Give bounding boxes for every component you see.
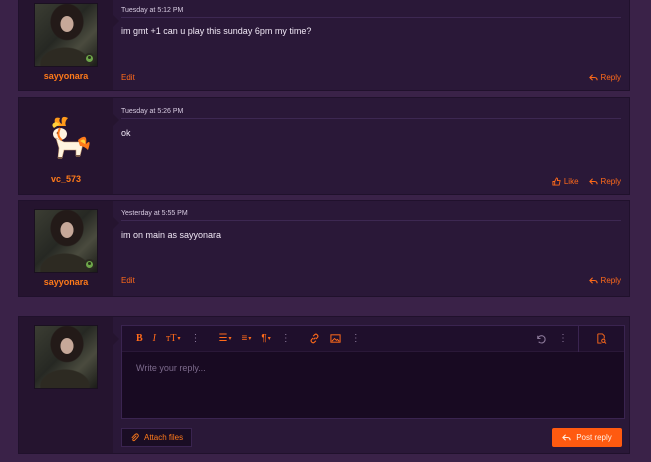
message-content: Tuesday at 5:26 PM ok Like Reply	[113, 98, 629, 194]
message-post: sayyonara Yesterday at 5:55 PM im on mai…	[18, 200, 630, 297]
reply-icon	[588, 178, 598, 185]
post-actions: Edit Reply	[121, 276, 621, 285]
message-user-cell: sayyonara	[19, 201, 119, 296]
reply-editor-area: B I тT ▾ ⋮ ☰ ▾ ≡ ▾ ¶ ▾ ⋮ ⋮ ⋮ Write your …	[113, 317, 629, 453]
attach-files-button[interactable]: Attach files	[121, 428, 193, 447]
more-icon[interactable]: ⋮	[191, 333, 201, 344]
reply-icon	[588, 277, 598, 284]
reply-icon	[562, 434, 571, 441]
reply-button[interactable]: Reply	[588, 276, 621, 285]
message-post: sayyonara Tuesday at 5:12 PM im gmt +1 c…	[18, 0, 630, 91]
reply-input-placeholder: Write your reply...	[136, 363, 206, 373]
link-icon[interactable]	[309, 333, 320, 344]
undo-icon[interactable]	[535, 333, 546, 344]
more-icon[interactable]: ⋮	[558, 333, 568, 344]
rich-text-editor[interactable]: B I тT ▾ ⋮ ☰ ▾ ≡ ▾ ¶ ▾ ⋮ ⋮ ⋮ Write your …	[121, 325, 625, 419]
paperclip-icon	[131, 433, 139, 442]
avatar[interactable]	[34, 110, 98, 174]
like-label: Like	[563, 177, 579, 186]
message-user-cell: sayyonara	[19, 0, 119, 90]
bold-icon[interactable]: B	[136, 333, 143, 344]
post-actions: Like Reply	[121, 177, 621, 186]
reply-button[interactable]: Reply	[588, 73, 621, 82]
reply-icon	[588, 74, 598, 81]
more-icon[interactable]: ⋮	[281, 333, 291, 344]
online-status-icon	[84, 259, 95, 270]
attach-files-label: Attach files	[144, 433, 184, 442]
message-text: ok	[121, 128, 131, 138]
image-icon[interactable]	[330, 333, 341, 344]
like-button[interactable]: Like	[552, 177, 579, 186]
preview-icon[interactable]	[578, 325, 624, 352]
reply-label: Reply	[600, 276, 621, 285]
username[interactable]: vc_573	[51, 174, 81, 184]
text-size-icon[interactable]: тT ▾	[166, 333, 181, 344]
message-user-cell: vc_573	[19, 98, 119, 194]
message-content: Yesterday at 5:55 PM im on main as sayyo…	[113, 201, 629, 296]
thumbs-up-icon	[552, 177, 561, 186]
online-status-icon	[84, 53, 95, 64]
post-reply-button[interactable]: Post reply	[552, 428, 622, 447]
username[interactable]: sayyonara	[44, 277, 89, 287]
reply-label: Reply	[600, 73, 621, 82]
post-actions: Edit Reply	[121, 73, 621, 82]
italic-icon[interactable]: I	[153, 333, 156, 344]
username[interactable]: sayyonara	[44, 71, 89, 81]
list-icon[interactable]: ☰ ▾	[219, 333, 232, 344]
message-text: im gmt +1 can u play this sunday 6pm my …	[121, 26, 312, 36]
message-post: vc_573 Tuesday at 5:26 PM ok Like Reply	[18, 97, 630, 195]
reply-button[interactable]: Reply	[588, 177, 621, 186]
message-content: Tuesday at 5:12 PM im gmt +1 can u play …	[113, 0, 629, 90]
paragraph-icon[interactable]: ¶ ▾	[261, 333, 270, 344]
post-date[interactable]: Yesterday at 5:55 PM	[121, 207, 621, 221]
editor-toolbar: B I тT ▾ ⋮ ☰ ▾ ≡ ▾ ¶ ▾ ⋮ ⋮ ⋮	[122, 325, 624, 352]
quick-reply-form: B I тT ▾ ⋮ ☰ ▾ ≡ ▾ ¶ ▾ ⋮ ⋮ ⋮ Write your …	[18, 316, 630, 454]
post-date[interactable]: Tuesday at 5:26 PM	[121, 104, 621, 119]
more-icon[interactable]: ⋮	[351, 333, 361, 344]
edit-link[interactable]: Edit	[121, 276, 135, 285]
ponyta-sprite-icon	[52, 116, 90, 159]
edit-link[interactable]: Edit	[121, 73, 135, 82]
reply-label: Reply	[600, 177, 621, 186]
align-icon[interactable]: ≡ ▾	[242, 333, 252, 344]
post-date[interactable]: Tuesday at 5:12 PM	[121, 5, 621, 18]
avatar[interactable]	[34, 3, 98, 67]
avatar[interactable]	[34, 325, 98, 389]
post-reply-label: Post reply	[576, 433, 612, 442]
reply-user-cell	[19, 317, 119, 453]
message-text: im on main as sayyonara	[121, 230, 222, 240]
avatar[interactable]	[34, 209, 98, 273]
